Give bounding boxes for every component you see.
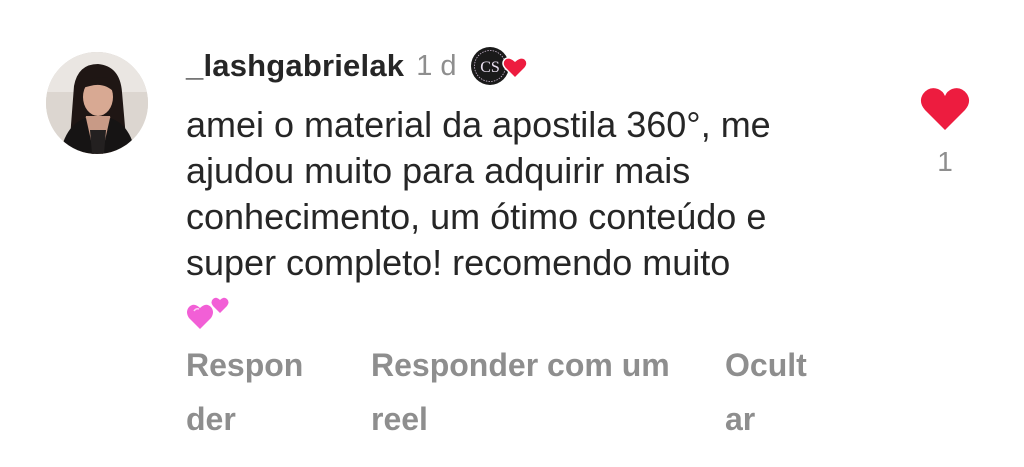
username[interactable]: _lashgabrielak [186,48,404,84]
comment-text-line: amei o material da apostila 360°, me [186,104,771,145]
avatar-image [46,52,148,154]
comment-text-emoji-line [186,286,886,332]
creator-badge-text: CS [480,59,500,76]
comment-text: amei o material da apostila 360°, me aju… [186,102,886,332]
reply-with-reel-label-line: reel [371,401,428,437]
creator-liked-badge: CS [469,45,531,87]
two-hearts-icon [187,298,229,330]
timestamp: 1 d [416,49,457,82]
hide-button[interactable]: Ocult ar [725,338,807,446]
reply-button[interactable]: Respon der [186,338,303,446]
hide-label-line: Ocult [725,347,807,383]
comment-text-line: conhecimento, um ótimo conteúdo e [186,196,767,237]
reply-with-reel-button[interactable]: Responder com um reel [371,338,670,446]
reply-label-line: Respon [186,347,304,383]
comment-item: _lashgabrielak 1 d CS amei o material da… [0,0,1024,467]
heart-icon[interactable] [920,86,970,132]
reply-with-reel-label-line: Responder com um [371,347,670,383]
reply-label-line: der [186,401,236,437]
hide-label-line: ar [725,401,756,437]
comment-header: _lashgabrielak 1 d CS [186,42,531,90]
like-column: 1 [916,86,974,178]
like-count: 1 [937,146,953,177]
avatar[interactable] [46,52,148,154]
comment-text-line: ajudou muito para adquirir mais [186,150,691,191]
comment-text-line: super completo! recomendo muito [186,242,731,283]
